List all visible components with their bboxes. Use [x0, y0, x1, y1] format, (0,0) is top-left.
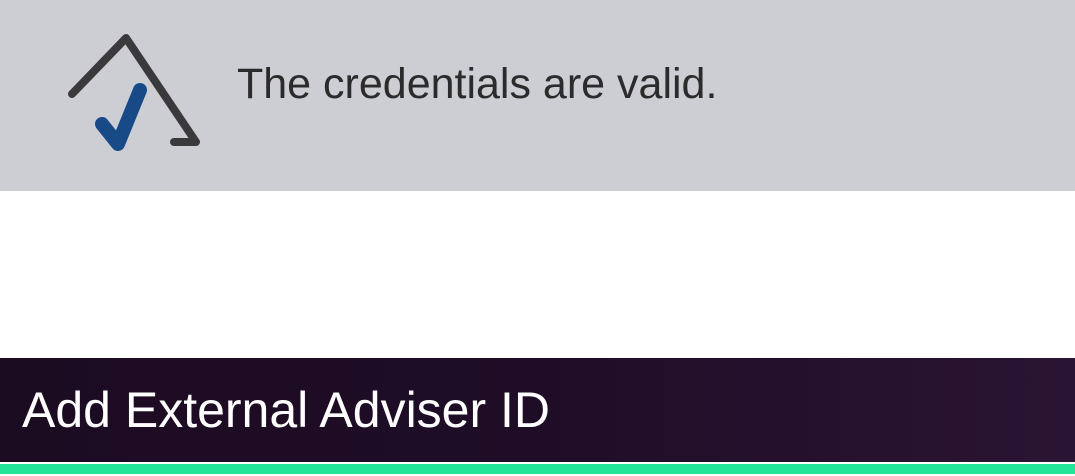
- validation-notice: The credentials are valid.: [0, 0, 1075, 191]
- accent-divider: [0, 462, 1075, 476]
- dialog-header: Add External Adviser ID: [0, 358, 1075, 462]
- notice-message: The credentials are valid.: [237, 60, 718, 108]
- page: The credentials are valid. Add External …: [0, 0, 1075, 476]
- content-spacer: [0, 191, 1075, 358]
- dialog-title: Add External Adviser ID: [22, 382, 551, 438]
- accent-bar: [0, 464, 1075, 474]
- check-triangle-icon: [68, 32, 204, 156]
